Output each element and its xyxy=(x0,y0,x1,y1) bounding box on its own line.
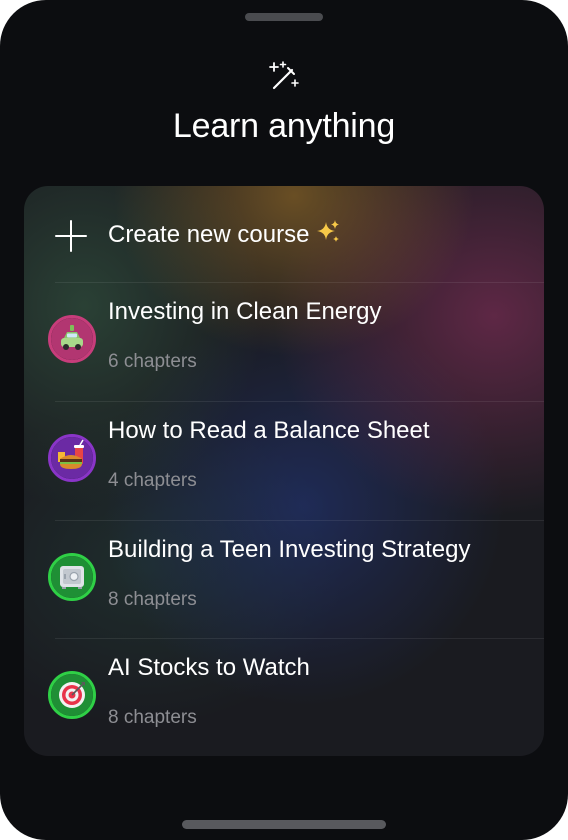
course-item-clean-energy[interactable]: Investing in Clean Energy 6 chapters xyxy=(24,283,544,401)
course-chapters: 4 chapters xyxy=(108,470,197,491)
electric-car-icon xyxy=(48,315,96,363)
course-title: How to Read a Balance Sheet xyxy=(108,417,430,444)
create-course-label: Create new course xyxy=(108,219,341,251)
target-icon xyxy=(48,671,96,719)
course-title: Building a Teen Investing Strategy xyxy=(108,536,471,563)
course-chapters: 6 chapters xyxy=(108,351,197,372)
plus-icon xyxy=(55,220,87,252)
course-title: Investing in Clean Energy xyxy=(108,298,382,325)
home-indicator[interactable] xyxy=(182,820,386,829)
course-title: AI Stocks to Watch xyxy=(108,654,310,681)
safe-icon xyxy=(48,553,96,601)
course-chapters: 8 chapters xyxy=(108,589,197,610)
create-course-text: Create new course xyxy=(108,221,310,248)
fast-food-icon xyxy=(48,434,96,482)
create-course-button[interactable]: Create new course xyxy=(24,186,544,282)
course-item-teen-investing[interactable]: Building a Teen Investing Strategy 8 cha… xyxy=(24,521,544,639)
sparkles-icon xyxy=(317,220,340,242)
course-item-ai-stocks[interactable]: AI Stocks to Watch 8 chapters xyxy=(24,639,544,756)
magic-wand-icon xyxy=(269,61,299,90)
page-title: Learn anything xyxy=(172,107,396,145)
app-screen: Learn anything Create new course Investi… xyxy=(0,0,568,840)
course-list-panel: Create new course Investing in Clean Ene… xyxy=(24,186,544,756)
course-chapters: 8 chapters xyxy=(108,707,197,728)
course-item-balance-sheet[interactable]: How to Read a Balance Sheet 4 chapters xyxy=(24,402,544,520)
top-grabber[interactable] xyxy=(245,13,323,21)
